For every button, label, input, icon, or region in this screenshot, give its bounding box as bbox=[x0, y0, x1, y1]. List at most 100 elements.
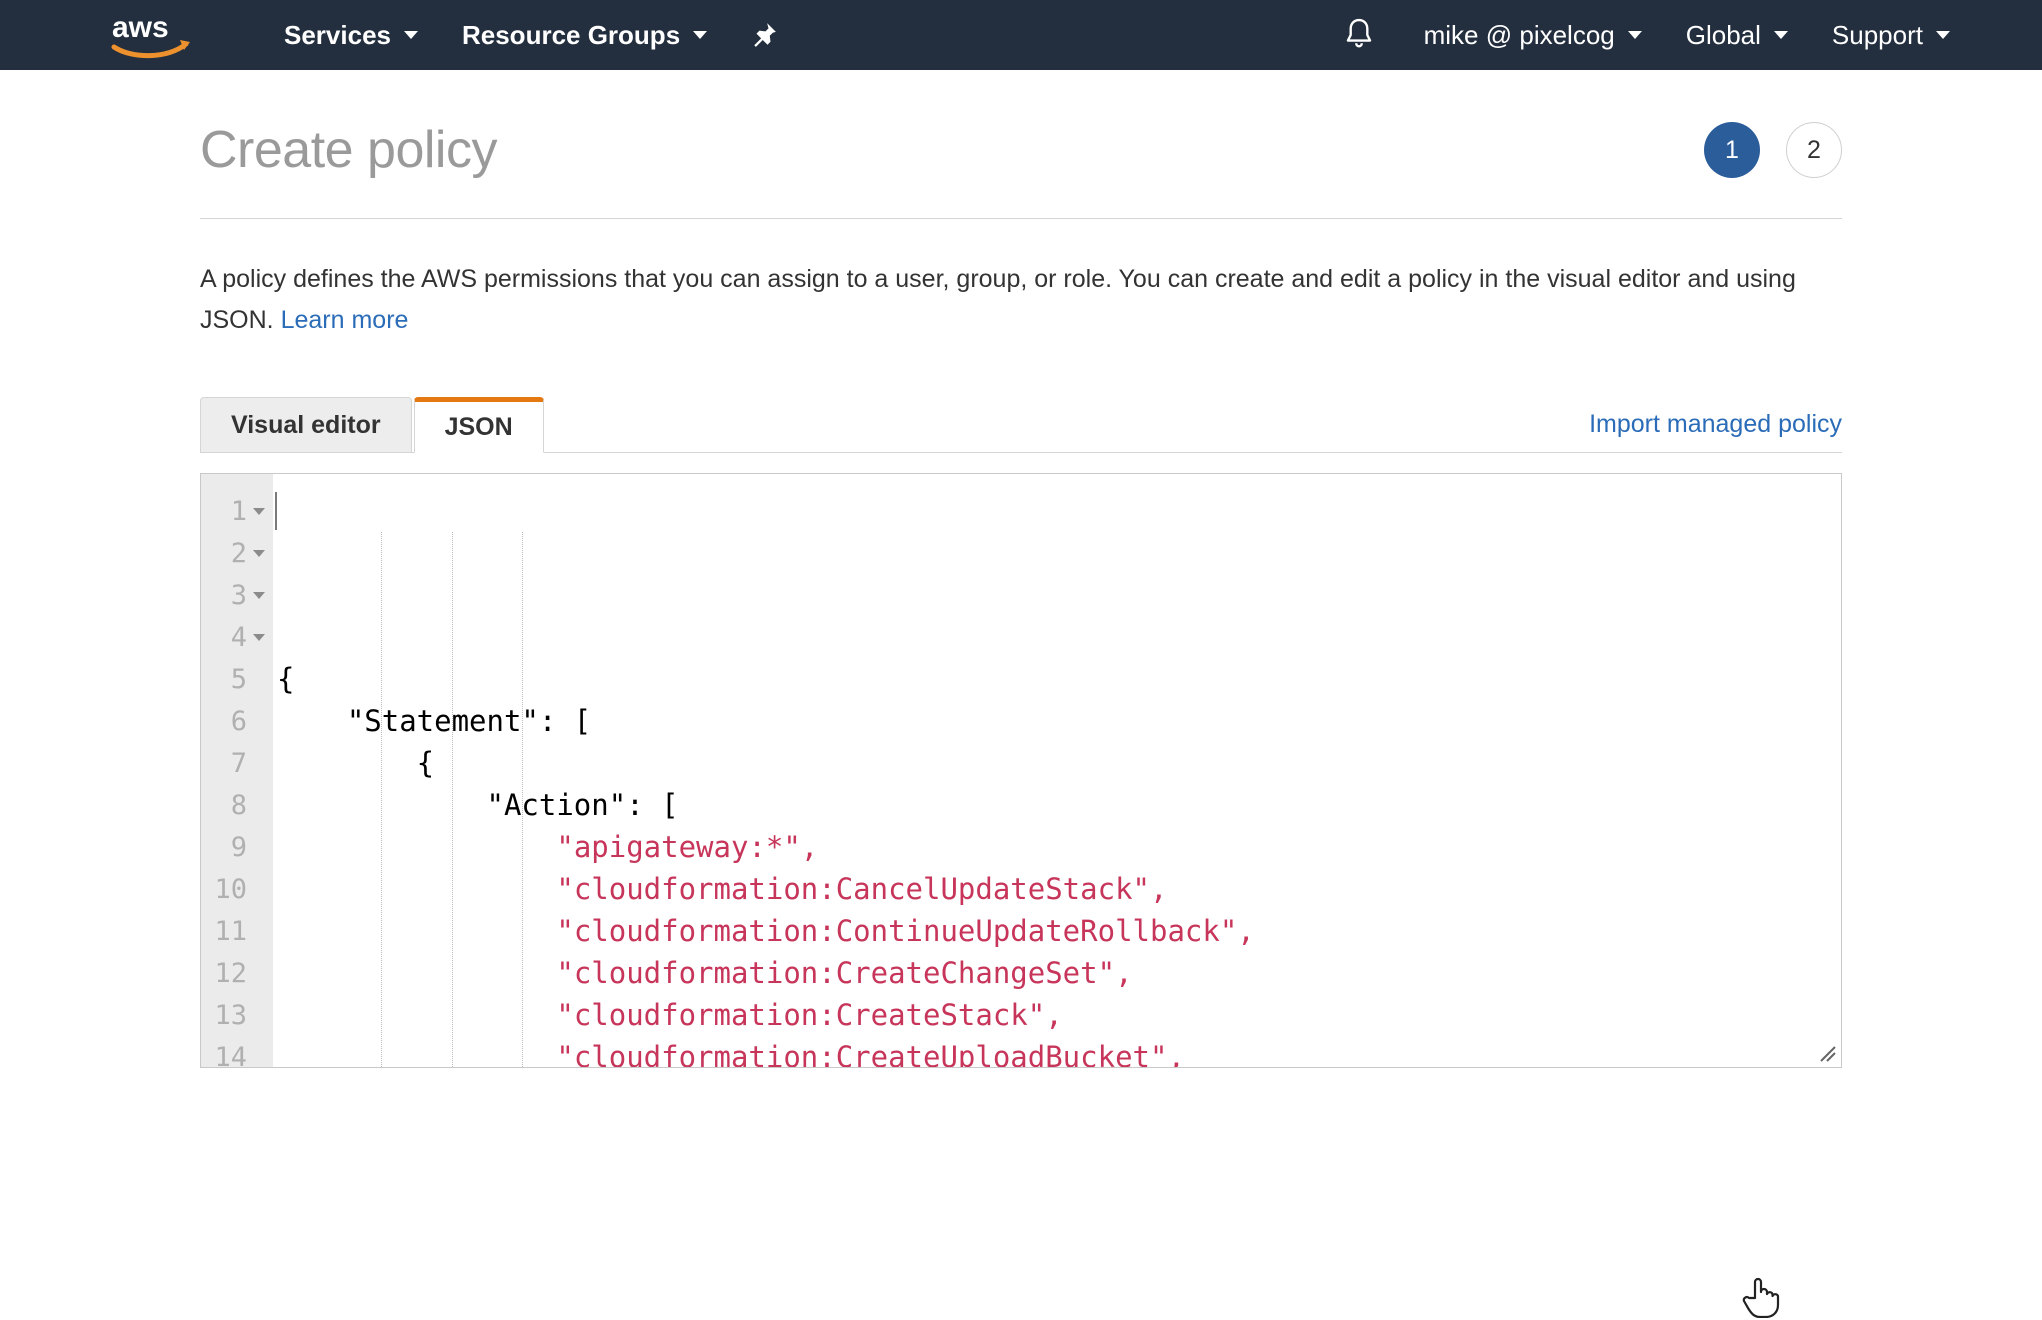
pin-icon[interactable] bbox=[729, 20, 799, 50]
page-header: Create policy 1 2 bbox=[200, 70, 1842, 180]
line-number: 8 bbox=[230, 789, 247, 821]
chevron-down-icon bbox=[1936, 31, 1950, 39]
gutter-line: 10 bbox=[201, 868, 273, 910]
gutter-line: 12 bbox=[201, 952, 273, 994]
gutter-line: 9 bbox=[201, 826, 273, 868]
json-string-value: "cloudformation:CreateChangeSet", bbox=[556, 956, 1133, 990]
page-title: Create policy bbox=[200, 121, 497, 179]
code-line: { bbox=[277, 662, 295, 696]
fold-arrow-icon[interactable] bbox=[253, 633, 265, 641]
fold-arrow-icon[interactable] bbox=[253, 507, 265, 515]
step-indicator: 1 2 bbox=[1704, 122, 1842, 178]
line-number: 11 bbox=[214, 915, 247, 947]
editor-tabs: Visual editor JSON Import managed policy bbox=[200, 395, 1842, 453]
line-number: 7 bbox=[230, 747, 247, 779]
line-number: 14 bbox=[214, 1041, 247, 1068]
step-2[interactable]: 2 bbox=[1786, 122, 1842, 178]
gutter-line: 3 bbox=[201, 574, 273, 616]
gutter-line: 4 bbox=[201, 616, 273, 658]
line-number: 10 bbox=[214, 873, 247, 905]
line-number: 12 bbox=[214, 957, 247, 989]
chevron-down-icon bbox=[403, 31, 418, 39]
step-1-number: 1 bbox=[1725, 135, 1739, 164]
tab-json[interactable]: JSON bbox=[413, 397, 544, 453]
code-line: "Statement": [ bbox=[277, 704, 592, 738]
nav-item-account[interactable]: mike @ pixelcog bbox=[1402, 0, 1664, 70]
page-body: Create policy 1 2 A policy defines the A… bbox=[0, 70, 2042, 1320]
json-string-value: "cloudformation:ContinueUpdateRollback", bbox=[556, 914, 1255, 948]
fold-arrow-icon[interactable] bbox=[253, 591, 265, 599]
gutter-line: 7 bbox=[201, 742, 273, 784]
editor-line-number-gutter: 1 2 3 4 5 6 7 8 9 10 11 12 13 14 bbox=[201, 474, 273, 1067]
nav-item-support-label: Support bbox=[1831, 19, 1923, 50]
nav-item-resource-groups-label: Resource Groups bbox=[461, 19, 681, 50]
code-line: "Action": [ bbox=[277, 788, 679, 822]
intro-text: A policy defines the AWS permissions tha… bbox=[200, 219, 1840, 340]
learn-more-link[interactable]: Learn more bbox=[281, 306, 409, 334]
nav-item-account-label: mike @ pixelcog bbox=[1423, 19, 1615, 50]
gutter-line: 11 bbox=[201, 910, 273, 952]
nav-right-group: mike @ pixelcog Global Support bbox=[1316, 0, 2042, 70]
gutter-line: 2 bbox=[201, 532, 273, 574]
nav-item-services[interactable]: Services bbox=[262, 0, 440, 70]
line-number: 1 bbox=[230, 495, 247, 527]
chevron-down-icon bbox=[1627, 31, 1642, 39]
tab-visual-editor[interactable]: Visual editor bbox=[200, 397, 412, 453]
gutter-line: 6 bbox=[201, 700, 273, 742]
import-managed-policy-link[interactable]: Import managed policy bbox=[1589, 410, 1842, 453]
json-string-value: "cloudformation:CreateStack", bbox=[556, 998, 1063, 1032]
line-number: 9 bbox=[230, 831, 247, 863]
step-1[interactable]: 1 bbox=[1704, 122, 1760, 178]
line-number: 3 bbox=[230, 579, 247, 611]
intro-description: A policy defines the AWS permissions tha… bbox=[200, 265, 1796, 334]
chevron-down-icon bbox=[1773, 31, 1788, 39]
svg-text:aws: aws bbox=[112, 11, 169, 44]
json-string-value: "apigateway:*", bbox=[556, 830, 819, 864]
tab-visual-editor-label: Visual editor bbox=[231, 410, 381, 439]
code-line: "cloudformation:CreateChangeSet", bbox=[277, 952, 1841, 994]
code-line: "cloudformation:CreateUploadBucket", bbox=[277, 1036, 1841, 1067]
nav-item-region[interactable]: Global bbox=[1664, 0, 1810, 70]
gutter-line: 14 bbox=[201, 1036, 273, 1068]
tab-json-label: JSON bbox=[444, 412, 513, 441]
bell-icon[interactable] bbox=[1316, 17, 1402, 53]
line-number: 6 bbox=[230, 705, 247, 737]
json-string-value: "cloudformation:CancelUpdateStack", bbox=[556, 872, 1168, 906]
gutter-line: 8 bbox=[201, 784, 273, 826]
nav-item-services-label: Services bbox=[284, 19, 391, 50]
code-line: "cloudformation:CancelUpdateStack", bbox=[277, 868, 1841, 910]
editor-code-lines: { "Statement": [ { "Action": [ "apigatew… bbox=[277, 658, 1841, 1067]
top-navigation-bar: aws Services Resource Groups mike @ pixe… bbox=[0, 0, 2042, 70]
text-caret bbox=[275, 492, 277, 530]
chevron-down-icon bbox=[693, 31, 708, 39]
line-number: 2 bbox=[230, 537, 247, 569]
gutter-line: 1 bbox=[201, 490, 273, 532]
code-line: "cloudformation:ContinueUpdateRollback", bbox=[277, 910, 1841, 952]
line-number: 5 bbox=[230, 663, 247, 695]
nav-item-region-label: Global bbox=[1685, 19, 1761, 50]
step-2-number: 2 bbox=[1807, 135, 1821, 164]
line-number: 4 bbox=[230, 621, 247, 653]
fold-arrow-icon[interactable] bbox=[253, 549, 265, 557]
code-line: { bbox=[277, 746, 435, 780]
nav-item-resource-groups[interactable]: Resource Groups bbox=[440, 0, 729, 70]
json-policy-editor[interactable]: 1 2 3 4 5 6 7 8 9 10 11 12 13 14 { "Statement": [ { "… bbox=[200, 473, 1842, 1068]
code-line: "cloudformation:CreateStack", bbox=[277, 994, 1841, 1036]
nav-item-support[interactable]: Support bbox=[1810, 0, 1972, 70]
gutter-line: 13 bbox=[201, 994, 273, 1036]
editor-code-area[interactable]: { "Statement": [ { "Action": [ "apigatew… bbox=[273, 474, 1841, 1067]
gutter-line: 5 bbox=[201, 658, 273, 700]
line-number: 13 bbox=[214, 999, 247, 1031]
aws-logo[interactable]: aws bbox=[110, 11, 196, 59]
code-line: "apigateway:*", bbox=[277, 826, 1841, 868]
